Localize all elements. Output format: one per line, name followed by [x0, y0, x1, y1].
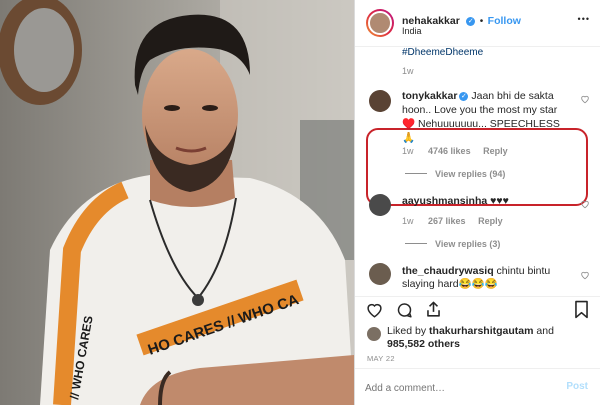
comment-reply-button[interactable]: Reply — [478, 216, 503, 226]
comment-username[interactable]: the_chaudrywasiq — [402, 265, 494, 277]
comment-avatar[interactable] — [369, 263, 391, 285]
post-header: nehakakkar ✓ • Follow India ••• — [355, 0, 600, 47]
likes-count[interactable]: 985,582 others — [387, 338, 460, 350]
bookmark-icon[interactable] — [573, 300, 590, 319]
post-date: MAY 22 — [367, 354, 395, 363]
liker-username[interactable]: thakurharshitgautam — [429, 325, 533, 337]
comment-likes[interactable]: 4746 likes — [428, 146, 471, 156]
comment-like-icon[interactable] — [580, 270, 590, 280]
likes-prefix: Liked by — [387, 325, 427, 337]
post-photo-illustration: HO CARES // WHO CA // WHO CARES — [0, 0, 354, 405]
share-icon[interactable] — [424, 300, 443, 319]
comment-avatar[interactable] — [369, 194, 391, 216]
like-heart-icon[interactable] — [365, 301, 384, 319]
likes-and: and — [536, 325, 554, 337]
follow-button[interactable]: Follow — [488, 15, 521, 27]
comment-time: 1w — [402, 146, 414, 156]
dot-separator: • — [479, 16, 484, 27]
header-avatar[interactable] — [366, 9, 394, 37]
comment-bubble-icon[interactable] — [395, 301, 414, 319]
comment-like-icon[interactable] — [580, 94, 590, 104]
caption-time: 1w — [402, 66, 414, 76]
add-comment-input[interactable] — [363, 378, 552, 398]
add-comment-bar: Post — [355, 368, 600, 406]
view-replies-button[interactable]: View replies (3) — [405, 239, 500, 249]
comment-text: ♥♥♥ — [490, 195, 509, 207]
caption-hashtag[interactable]: #DheemeDheeme — [402, 47, 483, 58]
comments-list[interactable]: #DheemeDheeme 1w tonykakkar ✓ Jaan bhi de… — [355, 47, 600, 312]
comment-time: 1w — [402, 216, 414, 226]
more-options-icon[interactable]: ••• — [578, 14, 590, 24]
liker-avatar[interactable] — [367, 327, 381, 341]
comment-reply-button[interactable]: Reply — [483, 146, 508, 156]
view-replies-button[interactable]: View replies (94) — [405, 169, 505, 179]
post-image[interactable]: HO CARES // WHO CA // WHO CARES — [0, 0, 354, 405]
verified-icon: ✓ — [459, 92, 469, 101]
comment-like-icon[interactable] — [580, 199, 590, 209]
comment-avatar[interactable] — [369, 90, 391, 112]
header-location[interactable]: India — [402, 26, 422, 36]
verified-icon: ✓ — [466, 17, 476, 26]
comment-likes[interactable]: 267 likes — [428, 216, 466, 226]
comment-username[interactable]: aayushmansinha — [402, 195, 487, 207]
post-actions-bar — [355, 296, 600, 323]
post-side-panel: nehakakkar ✓ • Follow India ••• #DheemeD… — [354, 0, 600, 405]
comment-username[interactable]: tonykakkar — [402, 90, 457, 102]
post-comment-button[interactable]: Post — [566, 381, 588, 392]
